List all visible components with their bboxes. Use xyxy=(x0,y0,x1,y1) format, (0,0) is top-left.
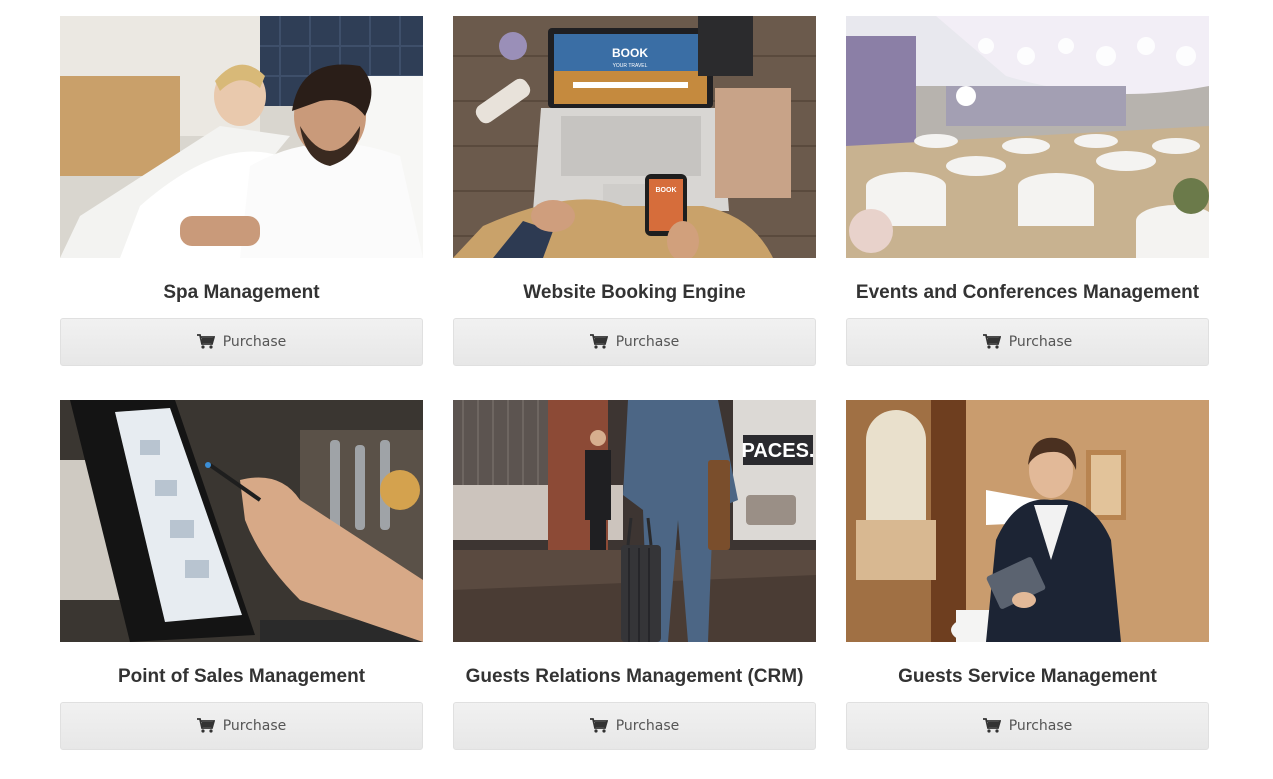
product-title[interactable]: Events and Conferences Management xyxy=(846,282,1209,304)
product-title[interactable]: Spa Management xyxy=(60,282,423,304)
purchase-button[interactable]: Purchase xyxy=(60,318,423,366)
purchase-button-label: Purchase xyxy=(1008,718,1073,734)
phone-screen-text: BOOK xyxy=(656,187,677,194)
wall-sign-text: PACES. xyxy=(742,440,815,462)
purchase-button[interactable]: Purchase xyxy=(453,318,816,366)
hotel-staff-tablet-photo[interactable] xyxy=(846,400,1209,642)
cart-icon xyxy=(982,718,1001,734)
cart-icon xyxy=(196,718,215,734)
laptop-screen-text: BOOK xyxy=(612,46,648,60)
laptop-screen-subtext: YOUR TRAVEL xyxy=(613,63,648,69)
pos-touchscreen-photo[interactable] xyxy=(60,400,423,642)
spa-couple-relaxing-photo[interactable] xyxy=(60,16,423,258)
purchase-button-label: Purchase xyxy=(1008,334,1073,350)
product-title[interactable]: Point of Sales Management xyxy=(60,666,423,688)
cart-icon xyxy=(589,334,608,350)
purchase-button-label: Purchase xyxy=(615,718,680,734)
purchase-button[interactable]: Purchase xyxy=(60,702,423,750)
cart-icon xyxy=(196,334,215,350)
hotel-guest-luggage-photo[interactable]: PACES. xyxy=(453,400,816,642)
cart-icon xyxy=(589,718,608,734)
purchase-button-label: Purchase xyxy=(222,334,287,350)
laptop-phone-booking-photo[interactable]: BOOK YOUR TRAVEL BOOK xyxy=(453,16,816,258)
purchase-button[interactable]: Purchase xyxy=(453,702,816,750)
purchase-button-label: Purchase xyxy=(222,718,287,734)
product-title[interactable]: Guests Relations Management (CRM) xyxy=(453,666,816,688)
purchase-button[interactable]: Purchase xyxy=(846,318,1209,366)
purchase-button-label: Purchase xyxy=(615,334,680,350)
purchase-button[interactable]: Purchase xyxy=(846,702,1209,750)
banquet-hall-photo[interactable] xyxy=(846,16,1209,258)
product-title[interactable]: Guests Service Management xyxy=(846,666,1209,688)
product-title[interactable]: Website Booking Engine xyxy=(453,282,816,304)
cart-icon xyxy=(982,334,1001,350)
